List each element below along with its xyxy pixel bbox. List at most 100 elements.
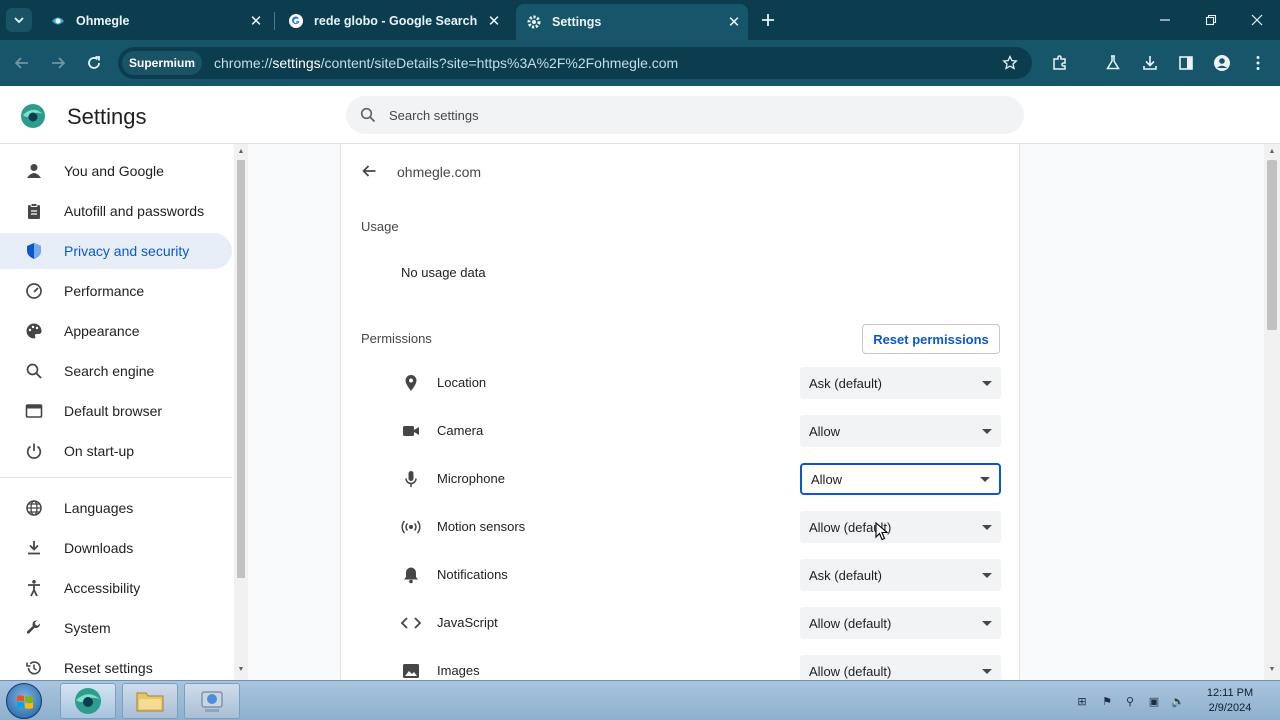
url-scheme: chrome://: [214, 55, 273, 71]
camera-permission-select[interactable]: Allow: [800, 415, 1001, 447]
taskbar-browser-button[interactable]: [60, 683, 116, 719]
search-input[interactable]: [389, 107, 889, 123]
palette-icon: [24, 321, 44, 341]
extensions-icon[interactable]: [1048, 51, 1072, 75]
clock-date: 2/9/2024: [1208, 702, 1252, 714]
forward-button[interactable]: [46, 51, 70, 75]
minimize-button[interactable]: [1150, 8, 1180, 32]
select-value: Allow (default): [809, 663, 892, 679]
dropdown-caret-icon: [982, 668, 992, 674]
code-icon: [401, 613, 421, 633]
sidebar-scrollbar[interactable]: ▲ ▼: [234, 144, 248, 680]
power-icon: [24, 441, 44, 461]
taskbar-clock[interactable]: 12:11 PM 2/9/2024: [1198, 686, 1262, 716]
new-tab-button[interactable]: [756, 9, 780, 31]
address-bar[interactable]: Supermium chrome://settings/content/site…: [118, 47, 1032, 79]
tab-ohmegle[interactable]: Ohmegle ✕: [40, 6, 270, 36]
sidebar-item-search-engine[interactable]: Search engine: [0, 353, 232, 389]
close-icon[interactable]: ✕: [246, 11, 266, 31]
back-button[interactable]: [10, 51, 34, 75]
close-icon[interactable]: ✕: [484, 11, 504, 31]
sidebar-item-languages[interactable]: Languages: [0, 490, 232, 526]
scroll-up-arrow-icon[interactable]: ▲: [1268, 148, 1276, 155]
sidebar-item-you-and-google[interactable]: You and Google: [0, 153, 232, 189]
tray-display-icon[interactable]: ▣: [1146, 693, 1162, 709]
main-scroll-thumb[interactable]: [1267, 160, 1277, 330]
notifications-permission-select[interactable]: Ask (default): [800, 559, 1001, 591]
side-panel-icon[interactable]: [1174, 51, 1198, 75]
taskbar-network-button[interactable]: [184, 683, 240, 719]
sidebar-item-appearance[interactable]: Appearance: [0, 313, 232, 349]
taskbar-explorer-button[interactable]: [122, 683, 178, 719]
microphone-permission-select[interactable]: Allow: [800, 463, 1001, 495]
main-scrollbar[interactable]: ▲ ▼: [1264, 144, 1280, 680]
sidebar-item-system[interactable]: System: [0, 610, 232, 646]
sidebar-item-privacy[interactable]: Privacy and security: [0, 233, 232, 269]
close-icon[interactable]: ✕: [724, 12, 744, 32]
usage-section-label: Usage: [361, 219, 399, 234]
settings-logo-icon: [20, 103, 46, 129]
tab-settings[interactable]: Settings ✕: [516, 4, 748, 40]
permissions-section-label: Permissions: [361, 331, 432, 346]
tab-search-menu-button[interactable]: [6, 8, 32, 32]
profile-icon[interactable]: [1210, 51, 1234, 75]
network-icon: [201, 691, 223, 712]
sidebar-item-downloads[interactable]: Downloads: [0, 530, 232, 566]
labs-flask-icon[interactable]: [1101, 51, 1125, 75]
sidebar-scroll-thumb[interactable]: [237, 160, 245, 578]
menu-kebab-icon[interactable]: [1246, 51, 1270, 75]
select-value: Allow: [809, 423, 841, 439]
browser-chip[interactable]: Supermium: [122, 51, 203, 75]
scroll-down-arrow-icon[interactable]: ▼: [237, 666, 245, 673]
browser-logo-icon: [75, 688, 101, 714]
tray-network-icon[interactable]: ⊞: [1074, 693, 1090, 709]
images-permission-select[interactable]: Allow (default): [800, 655, 1001, 680]
speedometer-icon: [24, 281, 44, 301]
microphone-icon: [401, 469, 421, 489]
back-arrow-icon[interactable]: [359, 161, 379, 181]
permission-label: Images: [437, 663, 480, 678]
tab-google-search[interactable]: rede globo - Google Search ✕: [278, 6, 508, 36]
sidebar-item-default-browser[interactable]: Default browser: [0, 393, 232, 429]
reload-button[interactable]: [82, 51, 106, 75]
url-text[interactable]: chrome://settings/content/siteDetails?si…: [214, 55, 678, 71]
select-value: Allow (default): [809, 615, 892, 631]
search-icon: [359, 106, 377, 124]
restore-button[interactable]: [1196, 8, 1226, 32]
page-title: Settings: [67, 104, 147, 129]
select-value: Allow: [811, 471, 843, 487]
bookmark-star-icon[interactable]: [1000, 53, 1020, 73]
sidebar-item-label: Reset settings: [64, 660, 153, 676]
download-icon[interactable]: [1138, 51, 1162, 75]
person-icon: [24, 161, 44, 181]
tray-volume-icon[interactable]: 🔈: [1170, 693, 1186, 709]
url-path: /content/siteDetails?site=https%3A%2F%2F…: [320, 55, 679, 71]
image-icon: [401, 661, 421, 680]
ohmegle-icon: [50, 13, 66, 29]
scroll-up-arrow-icon[interactable]: ▲: [237, 148, 245, 155]
sidebar-item-accessibility[interactable]: Accessibility: [0, 570, 232, 606]
select-value: Allow (default): [809, 519, 892, 535]
sidebar-item-autofill[interactable]: Autofill and passwords: [0, 193, 232, 229]
sidebar-item-reset-settings[interactable]: Reset settings: [0, 650, 232, 680]
motion-sensors-permission-select[interactable]: Allow (default): [800, 511, 1001, 543]
history-icon: [24, 658, 44, 678]
tray-search-icon[interactable]: ⚲: [1122, 693, 1138, 709]
reset-permissions-button[interactable]: Reset permissions: [862, 324, 1000, 354]
sidebar-item-label: Languages: [64, 500, 134, 516]
settings-sidebar: You and Google Autofill and passwords Pr…: [0, 144, 234, 680]
minimize-icon: [1160, 19, 1170, 21]
location-permission-select[interactable]: Ask (default): [800, 367, 1001, 399]
sidebar-item-on-startup[interactable]: On start-up: [0, 433, 232, 469]
close-window-button[interactable]: [1242, 8, 1272, 32]
permission-row-javascript: JavaScript Allow (default): [341, 603, 1019, 643]
tray-flag-icon[interactable]: ⚑: [1099, 693, 1115, 709]
search-settings-box[interactable]: [346, 96, 1024, 134]
start-button[interactable]: [6, 683, 42, 719]
settings-header: Settings: [0, 86, 1280, 144]
sidebar-item-performance[interactable]: Performance: [0, 273, 232, 309]
site-name: ohmegle.com: [397, 164, 482, 180]
close-icon: [1251, 14, 1263, 26]
scroll-down-arrow-icon[interactable]: ▼: [1268, 666, 1276, 673]
javascript-permission-select[interactable]: Allow (default): [800, 607, 1001, 639]
